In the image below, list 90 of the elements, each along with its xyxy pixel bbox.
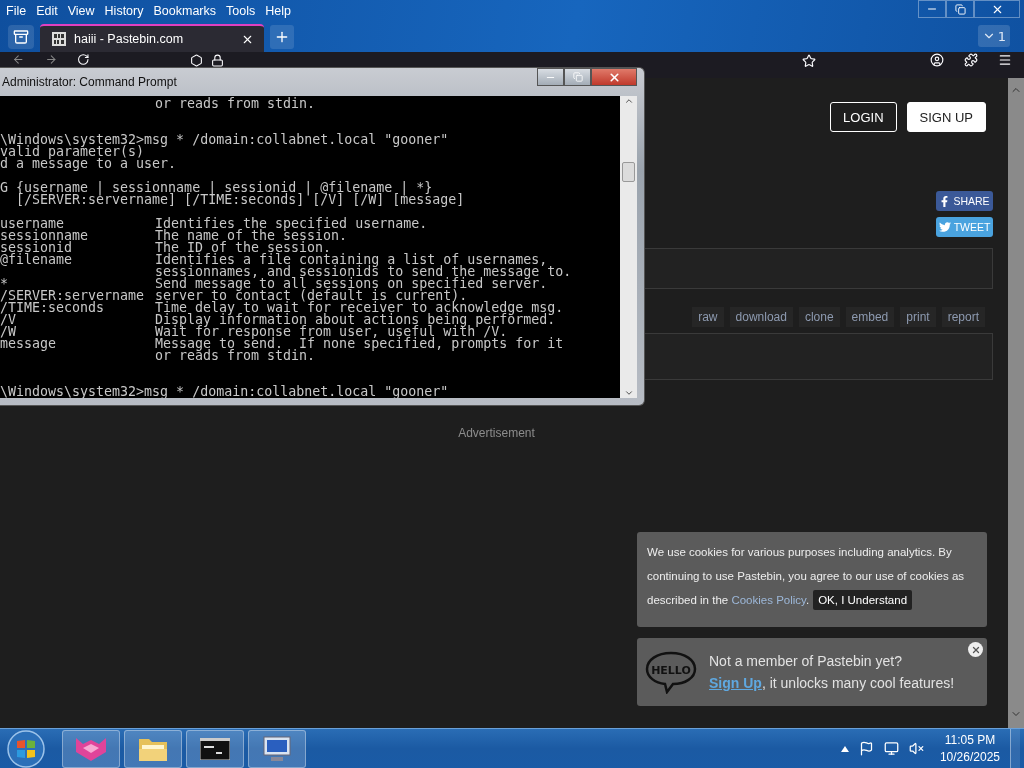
menu-item[interactable]: Bookmarks [149,4,220,18]
account-icon[interactable] [930,53,944,67]
scroll-up-icon[interactable] [623,96,634,106]
option-name: sessionname [0,230,90,242]
maximize-button[interactable] [564,68,591,86]
option-description: The ID of the session. [155,242,332,254]
console-scrollbar[interactable] [620,96,637,398]
favicon-icon [52,32,66,46]
lock-icon[interactable] [210,54,224,67]
close-icon [607,70,621,84]
shield-icon[interactable] [189,54,203,67]
console-line: valid parameter(s) [0,146,145,158]
option-name: message [0,338,58,350]
bird-icon [938,221,951,233]
signup-button[interactable]: SIGN UP [906,102,986,132]
paste-action-link[interactable]: report [941,307,985,327]
terminal-icon [200,737,230,760]
menu-item[interactable]: Tools [222,4,260,18]
network-icon[interactable] [883,741,899,756]
accept-cookies-button[interactable]: OK, I Understand [813,590,913,610]
volume-muted-icon[interactable] [908,741,924,756]
signup-text: Sign Up, it unlocks many cool features! [709,675,955,691]
paste-action-link[interactable]: print [900,307,936,327]
close-button[interactable] [591,68,637,86]
back-icon[interactable] [12,53,25,66]
option-description: Wait for response from user, useful with /V. [155,326,508,338]
option-description: or reads from stdin. [155,350,316,362]
option-name: @filename [0,254,74,266]
restore-icon [954,3,966,15]
login-button[interactable]: LOGIN [830,102,897,132]
menu-icon[interactable] [998,53,1012,67]
maximize-icon [572,72,583,82]
option-description: sessionnames, and sessionids to send the message to. [155,266,572,278]
facebook-share-button[interactable]: SHARE [936,191,993,211]
browser-tab[interactable]: haiii - Pastebin.com [40,24,264,52]
option-description: Display information about actions being performed. [155,314,556,326]
reload-icon[interactable] [77,53,90,66]
close-icon [970,644,981,655]
dismiss-button[interactable] [968,642,983,657]
console-line: \Windows\system32>msg * /domain:collabnet.local "gooner" [0,134,449,146]
option-description: Send message to all sessions on specified server. [155,278,548,290]
option-name: /V [0,314,16,326]
option-description: The name of the session. [155,230,348,242]
cube-logo-icon [74,735,108,762]
plus-icon [274,29,290,45]
menu-item[interactable]: Edit [32,4,62,18]
cookie-text: We use cookies for various purposes including analytics. By continuing to use Pastebin, you agree to our use of cookies as described in the Cookies Policy. OK, I Understand [647,540,977,612]
console-line: \Windows\system32>msg * /domain:collabnet.local "gooner" [0,386,449,398]
option-description: Identifies a file containing a list of usernames, [155,254,548,266]
restore-button[interactable] [946,0,974,18]
option-description: or reads from stdin. [155,98,316,110]
forward-icon[interactable] [44,53,58,66]
scrollbar-thumb[interactable] [622,162,635,182]
paste-action-link[interactable]: clone [798,307,840,327]
option-name: /SERVER:servername [0,290,146,302]
new-tab-button[interactable] [270,25,294,49]
paste-action-link[interactable]: download [729,307,793,327]
box-icon [13,29,29,45]
signup-title: Not a member of Pastebin yet? [709,653,903,669]
minimize-button[interactable] [537,68,564,86]
window-title: Administrator: Command Prompt [1,75,177,89]
menu-item[interactable]: View [63,4,99,18]
speech-bubble-icon: HELLO [645,650,697,694]
option-description: Time delay to wait for receiver to acknowledge msg. [155,302,564,314]
advertisement-label: Advertisement [458,426,535,440]
tab-list-button[interactable] [8,25,34,49]
option-name: username [0,218,65,230]
bookmark-star-icon[interactable] [802,53,816,68]
option-description: server to contact (default is current). [155,290,468,302]
action-center-flag-icon[interactable] [858,741,874,756]
option-name: /W [0,326,17,338]
paste-action-link[interactable]: raw [692,307,724,327]
tab-count-button[interactable]: 1 [977,25,1010,47]
show-hidden-icons-icon[interactable] [840,745,849,752]
taskbar-app-button[interactable] [186,729,244,768]
menu-item[interactable]: File [2,4,31,18]
start-button[interactable] [6,728,46,768]
menu-item[interactable]: History [100,4,148,18]
option-description: Identifies the specified username. [155,218,428,230]
clock[interactable]: 11:05 PM 10/26/2025 [939,731,1000,766]
menu-item[interactable]: Help [261,4,295,18]
option-name: sessionid [0,242,73,254]
monitor-icon [261,734,293,763]
option-name: /TIME:seconds [0,302,105,314]
option-name: * [0,278,8,290]
extensions-icon[interactable] [964,53,978,67]
scroll-down-icon[interactable] [623,388,634,398]
option-description: Message to send. If none specified, prompts for it [155,338,564,350]
paste-action-link[interactable]: embed [845,307,895,327]
console-line: d a message to a user. [0,158,177,170]
